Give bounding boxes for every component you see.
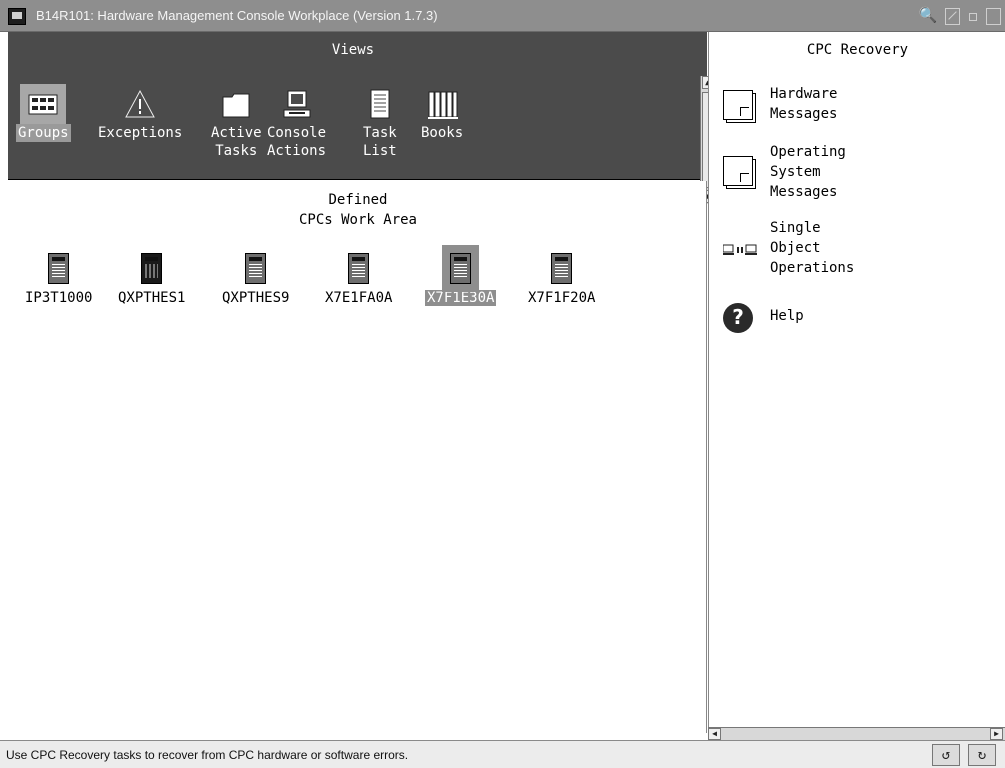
views-pane: Views Groups Exceptions Active Tasks Con… — [8, 32, 713, 204]
document-icon — [723, 90, 753, 120]
title-bar: B14R101: Hardware Management Console Wor… — [0, 0, 1005, 32]
cpc-icon — [48, 253, 70, 284]
cpc-object-selected[interactable]: X7F1E30A — [425, 245, 497, 306]
console-icon — [281, 88, 313, 120]
task-pane: CPC Recovery Hardware Messages Operating… — [708, 32, 1005, 733]
views-title: Views — [331, 42, 375, 58]
cpc-object[interactable]: IP3T1000 — [23, 253, 94, 306]
cpc-icon — [348, 253, 370, 284]
cpc-work-area: Defined CPCs Work Area IP3T1000 QXPTHES1… — [8, 181, 707, 733]
view-task-list[interactable]: Task List — [363, 88, 397, 160]
cpc-label: X7F1F20A — [528, 290, 596, 306]
view-label: Books — [421, 125, 464, 141]
task-list-icon — [364, 88, 396, 120]
cpc-label: QXPTHES1 — [118, 290, 186, 306]
cpc-icon — [442, 245, 480, 292]
view-label: Console Actions — [267, 125, 327, 159]
status-bar: Use CPC Recovery tasks to recover from C… — [0, 740, 1005, 768]
forward-arrow-icon[interactable]: ↻ — [968, 744, 996, 766]
cpc-object[interactable]: QXPTHES9 — [220, 253, 291, 306]
status-text: Use CPC Recovery tasks to recover from C… — [6, 748, 409, 762]
single-object-operations-icon — [722, 242, 757, 255]
view-groups[interactable]: Groups — [16, 84, 71, 142]
restore-button[interactable] — [965, 8, 980, 25]
cpc-object[interactable]: X7F1F20A — [526, 253, 597, 306]
cpc-label: X7E1FA0A — [325, 290, 393, 306]
cpc-icon — [245, 253, 267, 284]
scroll-right-arrow-icon[interactable]: ▶ — [990, 728, 1003, 740]
work-area-title: Defined CPCs Work Area — [298, 192, 417, 228]
back-arrow-icon[interactable]: ↺ — [932, 744, 960, 766]
exceptions-icon — [124, 88, 156, 120]
view-label: Groups — [16, 124, 71, 142]
task-label: Hardware Messages — [770, 86, 838, 122]
help-icon: ? — [723, 303, 753, 333]
view-label: Active Tasks — [211, 125, 262, 159]
help-magnifier-icon[interactable]: 🔍 — [918, 8, 938, 25]
task-pane-horizontal-scrollbar[interactable]: ◀ ▶ — [708, 727, 1005, 740]
cpc-object[interactable]: QXPTHES1 — [116, 253, 187, 306]
view-active-tasks[interactable]: Active Tasks — [211, 88, 262, 160]
cpc-label: X7F1E30A — [425, 290, 497, 306]
cpc-label: IP3T1000 — [25, 290, 93, 306]
window-title: B14R101: Hardware Management Console Wor… — [36, 8, 438, 23]
cpc-object[interactable]: X7E1FA0A — [323, 253, 394, 306]
books-icon — [426, 88, 459, 120]
task-label: Single Object Operations — [770, 220, 855, 276]
cpc-icon — [141, 253, 163, 284]
view-label: Exceptions — [98, 125, 183, 141]
scroll-left-arrow-icon[interactable]: ◀ — [708, 728, 721, 740]
cpc-label: QXPTHES9 — [222, 290, 290, 306]
view-console-actions[interactable]: Console Actions — [267, 88, 326, 160]
system-menu-icon[interactable] — [8, 8, 26, 25]
minimize-button[interactable] — [945, 8, 960, 25]
groups-icon — [20, 84, 67, 124]
task-label: Operating System Messages — [770, 144, 846, 200]
task-label: Help — [770, 308, 804, 324]
maximize-button[interactable] — [986, 8, 1001, 25]
view-books[interactable]: Books — [421, 88, 463, 142]
document-icon — [723, 156, 753, 186]
folder-icon — [220, 88, 252, 120]
view-exceptions[interactable]: Exceptions — [98, 88, 182, 142]
task-pane-title: CPC Recovery — [806, 42, 909, 58]
view-label: Task List — [363, 125, 397, 159]
cpc-icon — [551, 253, 573, 284]
